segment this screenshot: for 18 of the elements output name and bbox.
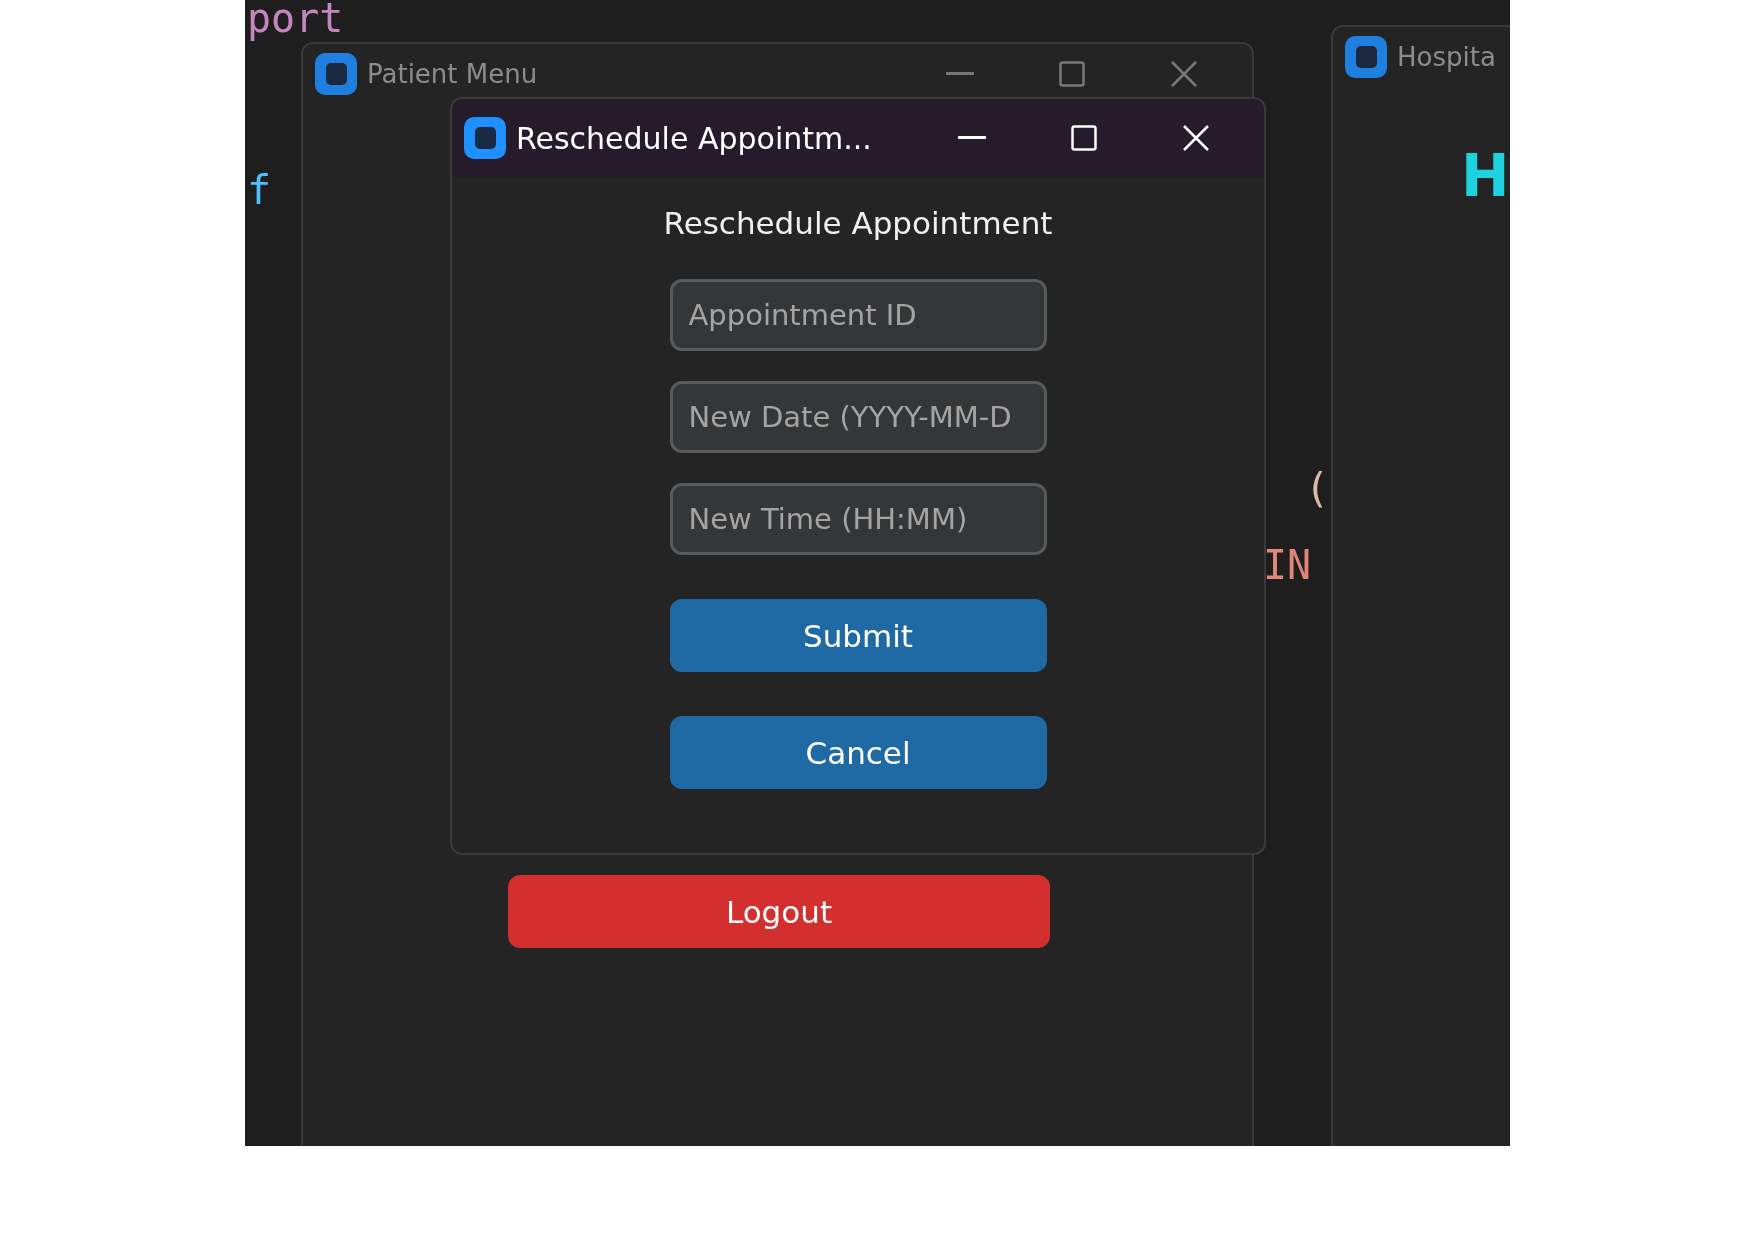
logout-button[interactable]: Logout xyxy=(508,875,1050,948)
window-title: Patient Menu xyxy=(367,59,538,89)
window-title: Reschedule Appointm... xyxy=(516,120,872,156)
code-text: f xyxy=(247,170,272,210)
cancel-button[interactable]: Cancel xyxy=(669,716,1047,789)
window-heading: H xyxy=(1460,141,1510,205)
app-icon xyxy=(315,53,357,95)
code-text: ( xyxy=(1305,468,1330,508)
code-text: IN xyxy=(1263,545,1312,585)
window-title: Hospita xyxy=(1397,42,1496,72)
input-field[interactable]: Appointment ID xyxy=(669,279,1047,351)
input-field[interactable]: New Date (YYYY-MM-D xyxy=(669,381,1047,453)
app-icon xyxy=(464,117,506,159)
minimize-icon[interactable] xyxy=(958,136,986,140)
input-field[interactable]: New Time (HH:MM) xyxy=(669,483,1047,555)
submit-button[interactable]: Submit xyxy=(669,599,1047,672)
app-icon xyxy=(1345,36,1387,78)
dialog-heading: Reschedule Appointment xyxy=(663,205,1053,241)
